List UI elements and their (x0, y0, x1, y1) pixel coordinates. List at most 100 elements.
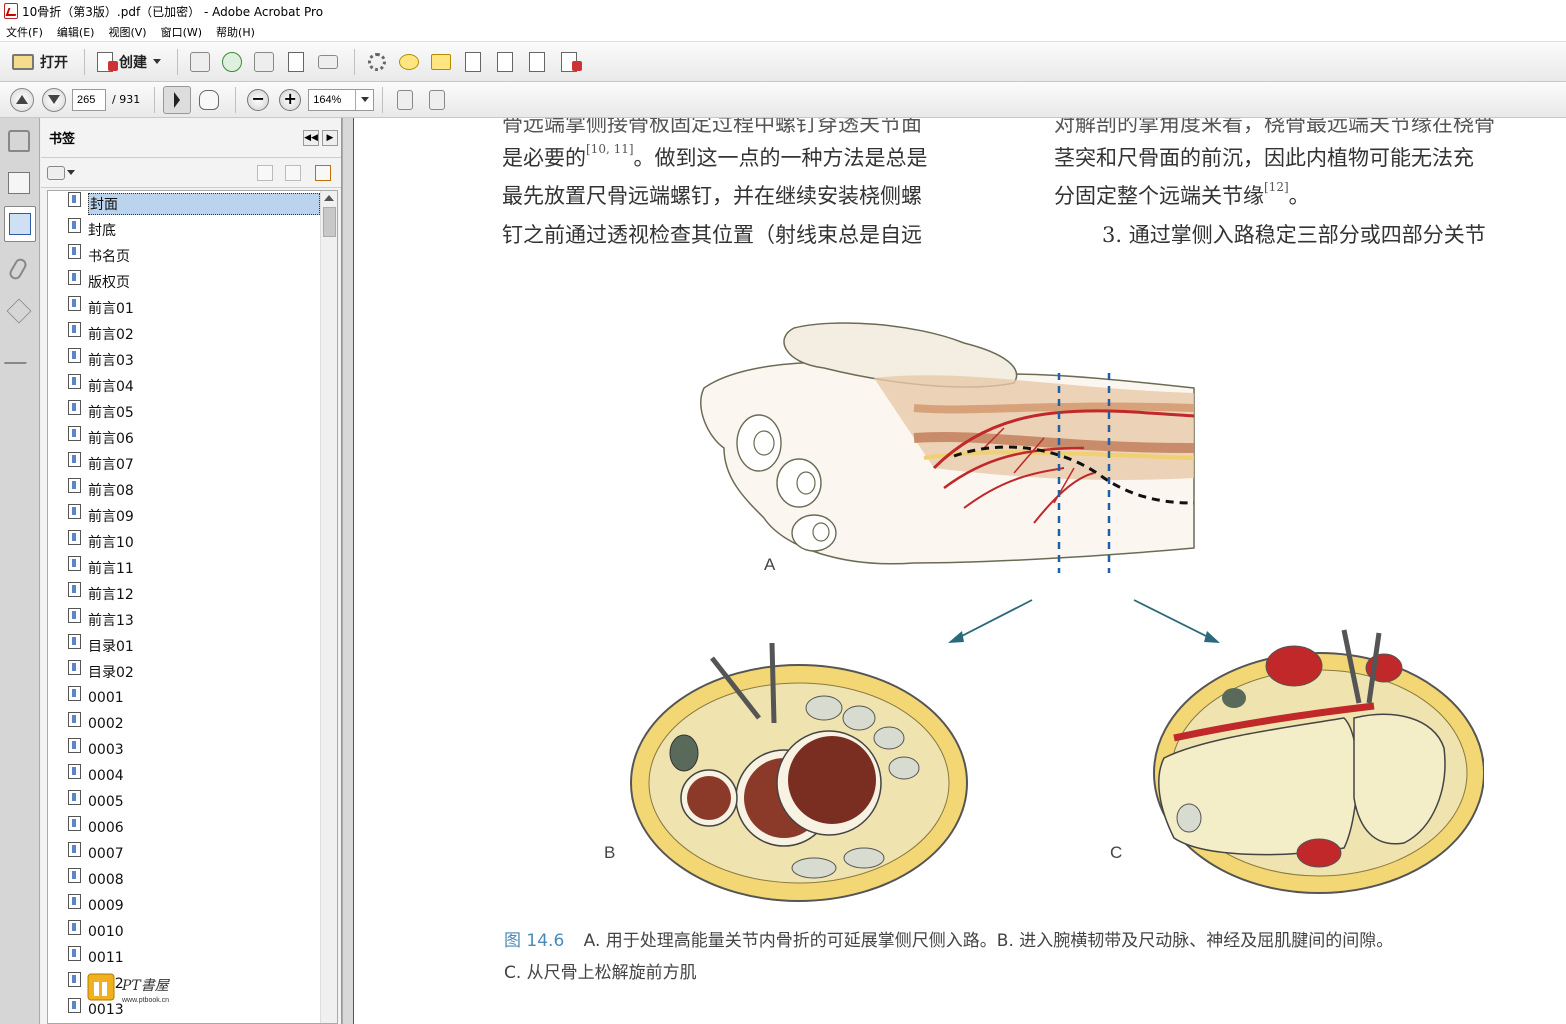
bookmark-item[interactable]: 封面 (48, 191, 320, 217)
compare-button[interactable] (491, 48, 519, 76)
bookmark-item[interactable]: 书名页 (48, 243, 320, 269)
new-bookmark-icon[interactable] (285, 165, 301, 181)
bookmark-label: 前言12 (88, 587, 134, 603)
panel-splitter[interactable] (342, 118, 354, 1024)
menu-view[interactable]: 视图(V) (108, 24, 146, 40)
sign-icon (561, 51, 582, 72)
zoom-input[interactable] (309, 89, 356, 110)
print-button[interactable] (250, 48, 278, 76)
scrollbar-thumb[interactable] (323, 207, 336, 237)
bookmarks-scrollbar[interactable] (320, 191, 337, 1023)
hand-tool-button[interactable] (195, 86, 223, 114)
bookmark-icon (68, 972, 82, 988)
collapse-panel-button[interactable]: ◀◀ (303, 130, 319, 146)
minus-icon: − (247, 88, 270, 111)
settings-button[interactable] (363, 48, 391, 76)
toolbar-separator (235, 86, 237, 113)
bookmark-item[interactable]: 前言02 (48, 321, 320, 347)
plus-icon: + (279, 88, 302, 111)
export-button[interactable] (523, 48, 551, 76)
bookmark-item[interactable]: 0007 (48, 841, 320, 867)
zoom-select[interactable] (308, 88, 375, 111)
bookmark-item[interactable]: 目录02 (48, 659, 320, 685)
bookmark-item[interactable]: 前言11 (48, 555, 320, 581)
bookmark-item[interactable]: 0004 (48, 763, 320, 789)
bookmark-icon (68, 530, 82, 546)
menu-help[interactable]: 帮助(H) (216, 24, 255, 40)
folder-icon (12, 53, 34, 70)
bookmarks-tab[interactable] (4, 206, 36, 242)
email-button[interactable] (314, 48, 342, 76)
bookmark-item[interactable]: 0001 (48, 685, 320, 711)
select-tool-button[interactable] (163, 85, 192, 114)
bookmark-item[interactable]: 前言05 (48, 399, 320, 425)
zoom-out-button[interactable]: − (244, 86, 272, 114)
highlight-icon (431, 53, 451, 70)
bookmark-item[interactable]: 前言07 (48, 451, 320, 477)
bookmark-item[interactable]: 0005 (48, 789, 320, 815)
chevron-down-icon[interactable] (67, 170, 75, 175)
open-button[interactable]: 打开 (8, 48, 72, 76)
create-button[interactable]: 创建 (93, 48, 165, 76)
menu-edit[interactable]: 编辑(E) (57, 24, 95, 40)
bookmark-item[interactable]: 前言08 (48, 477, 320, 503)
prev-page-button[interactable] (8, 86, 36, 114)
next-page-button[interactable] (40, 86, 68, 114)
bookmark-item[interactable]: 前言09 (48, 503, 320, 529)
bookmark-item[interactable]: 0009 (48, 893, 320, 919)
bookmarks-tree[interactable]: 封面 封底 书名页 版权页 前言01 前言02 前言03 前言04 前言05 前言06 前言07 前言… (47, 190, 338, 1024)
bookmark-item[interactable]: 0003 (48, 737, 320, 763)
bookmark-item[interactable]: 目录01 (48, 633, 320, 659)
lock-icon[interactable] (8, 130, 30, 152)
bookmark-item[interactable]: 0010 (48, 919, 320, 945)
cursor-icon (174, 91, 181, 108)
menu-window[interactable]: 窗口(W) (161, 24, 202, 40)
bookmark-item[interactable]: 版权页 (48, 269, 320, 295)
navigation-toolbar: / 931 − + (0, 82, 1566, 118)
bookmark-item[interactable]: 前言04 (48, 373, 320, 399)
bookmark-label: 0010 (88, 924, 124, 940)
fit-page-button[interactable] (391, 86, 419, 114)
scroll-up-icon[interactable] (324, 195, 334, 201)
menu-file[interactable]: 文件(F) (6, 24, 43, 40)
bookmark-icon (68, 790, 82, 806)
zoom-in-button[interactable]: + (276, 86, 304, 114)
bookmark-item[interactable]: 0006 (48, 815, 320, 841)
bookmark-item[interactable]: 前言01 (48, 295, 320, 321)
stamp-button[interactable] (459, 48, 487, 76)
chevron-down-icon (360, 97, 369, 102)
chevron-down-icon (153, 59, 161, 64)
toolbar-separator (84, 48, 85, 75)
bookmark-item[interactable]: 前言06 (48, 425, 320, 451)
bookmark-item[interactable]: 封底 (48, 217, 320, 243)
bookmark-item[interactable]: 0011 (48, 945, 320, 971)
bookmark-label: 0003 (88, 742, 124, 758)
sign-button[interactable] (555, 48, 583, 76)
bookmark-label: 0008 (88, 872, 124, 888)
bookmark-item[interactable]: 前言03 (48, 347, 320, 373)
expand-panel-button[interactable]: ▶ (322, 130, 338, 146)
bookmark-options-icon[interactable] (315, 165, 331, 181)
bookmark-item[interactable]: 前言13 (48, 607, 320, 633)
bookmark-icon (68, 192, 82, 208)
signature-icon[interactable] (3, 342, 35, 364)
comment-button[interactable] (395, 48, 423, 76)
bookmark-item[interactable]: 前言10 (48, 529, 320, 555)
zoom-dropdown-button[interactable] (355, 89, 373, 110)
page-thumbnails-icon[interactable] (8, 172, 30, 194)
highlight-button[interactable] (427, 48, 455, 76)
menu-bar: 文件(F) 编辑(E) 视图(V) 窗口(W) 帮助(H) (0, 22, 1566, 42)
options-menu-icon[interactable] (47, 165, 65, 180)
save-button[interactable] (186, 48, 214, 76)
bookmark-item[interactable]: 0008 (48, 867, 320, 893)
page-number-input[interactable] (72, 88, 106, 111)
upload-button[interactable] (218, 48, 246, 76)
edit-button[interactable] (282, 48, 310, 76)
bookmark-item[interactable]: 前言12 (48, 581, 320, 607)
paperclip-icon[interactable] (7, 256, 29, 282)
fit-width-button[interactable] (423, 86, 451, 114)
bookmark-item[interactable]: 0002 (48, 711, 320, 737)
trash-icon[interactable] (257, 165, 273, 181)
bookmark-icon (68, 478, 82, 494)
layers-icon[interactable] (6, 298, 32, 324)
